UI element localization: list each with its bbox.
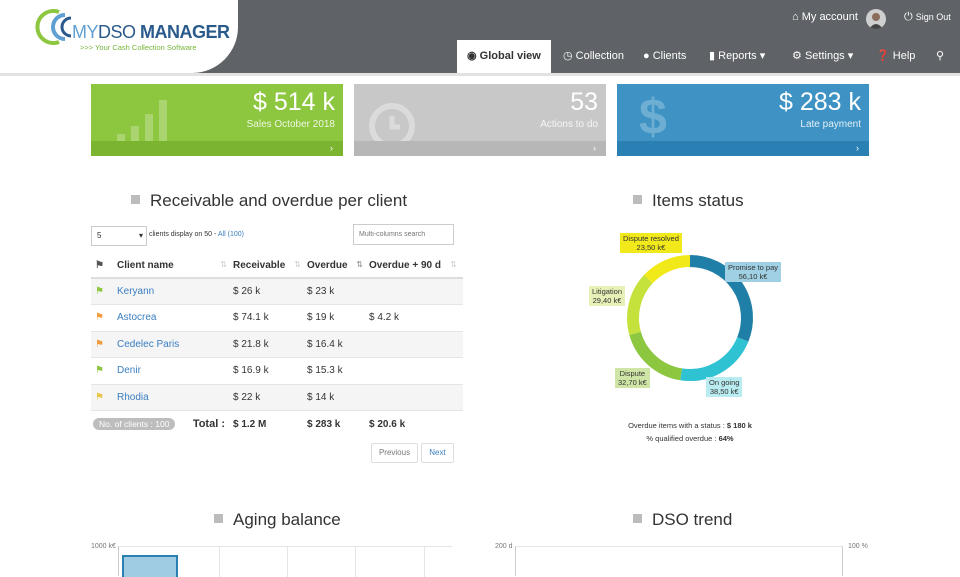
client-name-link[interactable]: Cedelec Paris: [117, 339, 179, 350]
nav-global-view[interactable]: ◉ Global view: [457, 40, 551, 73]
overdue-header[interactable]: Overdue ⇅: [307, 253, 369, 279]
tile-late-payment[interactable]: $ $ 283 k Late payment ›: [617, 84, 869, 156]
nav-collection[interactable]: ◷ Collection: [563, 40, 624, 73]
chevron-right-icon: ›: [330, 143, 333, 153]
nav-settings[interactable]: ⚙ Settings ▾: [792, 40, 853, 73]
receivable-cell: $ 16.9 k: [233, 357, 307, 385]
globe-icon: ●: [643, 50, 650, 62]
table-row[interactable]: ⚑ Cedelec Paris $ 21.8 k $ 16.4 k: [91, 331, 463, 358]
client-name-link[interactable]: Denir: [117, 365, 141, 376]
client-name-link[interactable]: Rhodia: [117, 392, 149, 403]
table-footer: No. of clients : 100 Total : $ 1.2 M $ 28…: [91, 411, 463, 438]
receivable-cell: $ 22 k: [233, 384, 307, 411]
aging-bar[interactable]: [122, 555, 178, 577]
search-input[interactable]: [353, 224, 454, 245]
chevron-right-icon: ›: [593, 143, 596, 153]
donut-slice-on-going[interactable]: [680, 336, 749, 381]
items-status-title: Items status: [633, 191, 744, 211]
overdue-cell: $ 19 k: [307, 304, 369, 332]
overdue-cell: $ 14 k: [307, 384, 369, 411]
logo-tagline: >>> Your Cash Collection Software: [80, 43, 197, 52]
table-header: ⚑ Client name ⇅ Receivable ⇅ Overdue ⇅ Over…: [91, 253, 463, 279]
donut-slice-litigation[interactable]: [627, 274, 653, 336]
eye-icon: ◉: [467, 50, 477, 62]
flag-icon: ⚑: [95, 259, 104, 271]
label-on-going: On going 38,50 k€: [706, 377, 743, 397]
page-size-select[interactable]: 5 ▾: [91, 226, 147, 246]
overdue90-cell: [369, 384, 463, 411]
label-dispute: Dispute 32,70 k€: [615, 368, 650, 388]
overdue90-cell: [369, 357, 463, 385]
avatar[interactable]: [866, 9, 886, 29]
label-promise-to-pay: Promise to pay 56,10 k€: [725, 262, 782, 282]
client-name-link[interactable]: Astocrea: [117, 312, 156, 323]
items-status-summary: Overdue items with a status : $ 180 k % …: [628, 421, 752, 443]
receivable-title: Receivable and overdue per client: [131, 191, 407, 211]
flag-column-header[interactable]: ⚑: [91, 253, 117, 279]
flag-icon: ⚑: [95, 338, 104, 350]
all-link[interactable]: All (100): [218, 231, 244, 238]
dollar-icon: $: [639, 89, 667, 145]
flag-icon: ⚑: [95, 312, 104, 324]
overdue-cell: $ 15.3 k: [307, 357, 369, 385]
caret-down-icon: ▾: [847, 50, 854, 62]
table-row[interactable]: ⚑ Rhodia $ 22 k $ 14 k: [91, 384, 463, 411]
receivable-cell: $ 21.8 k: [233, 331, 307, 358]
caret-down-icon: ▾: [759, 50, 766, 62]
logo-text: MYDSO MANAGER: [72, 22, 230, 42]
label-dispute-resolved: Dispute resolved 23,50 k€: [620, 233, 682, 253]
overdue90-cell: $ 4.2 k: [369, 304, 463, 332]
nav-clients[interactable]: ● Clients: [643, 40, 686, 73]
client-table: ⚑ Client name ⇅ Receivable ⇅ Overdue ⇅ Over…: [91, 253, 463, 437]
search-icon[interactable]: ⚲: [936, 40, 944, 73]
top-strip: [0, 73, 960, 76]
overdue90-header[interactable]: Overdue + 90 d ⇅: [369, 253, 463, 279]
table-row[interactable]: ⚑ Astocrea $ 74.1 k $ 19 k $ 4.2 k: [91, 304, 463, 332]
tile-actions[interactable]: 53 Actions to do ›: [354, 84, 606, 156]
previous-button[interactable]: Previous: [371, 443, 418, 463]
donut-slice-dispute-resolved[interactable]: [643, 255, 691, 284]
caret-down-icon: ▾: [138, 231, 143, 240]
gear-icon: ⚙: [792, 50, 802, 62]
receivable-header[interactable]: Receivable ⇅: [233, 253, 307, 279]
label-litigation: Litigation 29,40 k€: [589, 286, 626, 306]
overdue-cell: $ 23 k: [307, 278, 369, 305]
display-info: clients display on 50 - All (100): [149, 231, 244, 238]
logo-area[interactable]: MYDSO MANAGER >>> Your Cash Collection S…: [0, 0, 238, 73]
tile-sales[interactable]: $ 514 k Sales October 2018 ›: [91, 84, 343, 156]
flag-icon: ⚑: [95, 391, 104, 403]
help-icon: ❓: [876, 50, 890, 62]
overdue90-cell: [369, 331, 463, 358]
dso-title: DSO trend: [633, 510, 732, 530]
account-link[interactable]: ⌂ My account: [792, 11, 858, 23]
bar-chart-icon: [117, 100, 167, 146]
power-icon: ⏻: [904, 11, 913, 23]
aging-title: Aging balance: [214, 510, 341, 530]
signout-link[interactable]: ⏻ Sign Out: [904, 11, 951, 24]
client-name-header[interactable]: Client name ⇅: [117, 253, 233, 279]
dso-ymax-right-label: 100 %: [848, 543, 868, 550]
aging-ymax-label: 1000 k€: [91, 543, 116, 550]
table-row[interactable]: ⚑ Denir $ 16.9 k $ 15.3 k: [91, 357, 463, 385]
chevron-right-icon: ›: [856, 143, 859, 153]
nav-help[interactable]: ❓ Help: [876, 40, 915, 73]
next-button[interactable]: Next: [421, 443, 454, 463]
home-icon: ⌂: [792, 11, 799, 23]
flag-icon: ⚑: [95, 286, 104, 297]
bar-chart-icon: ▮: [709, 50, 716, 62]
overdue90-cell: [369, 278, 463, 305]
flag-icon: ⚑: [95, 365, 104, 377]
receivable-cell: $ 26 k: [233, 278, 307, 305]
dso-chart: [515, 546, 843, 576]
client-name-link[interactable]: Keryann: [117, 286, 154, 297]
receivable-cell: $ 74.1 k: [233, 304, 307, 332]
client-count-badge: No. of clients : 100: [93, 418, 176, 430]
table-row[interactable]: ⚑ Keryann $ 26 k $ 23 k: [91, 278, 463, 305]
overdue-cell: $ 16.4 k: [307, 331, 369, 358]
aging-chart: [118, 546, 452, 577]
nav-reports[interactable]: ▮ Reports ▾: [709, 40, 765, 73]
dso-ymax-label: 200 d: [495, 543, 513, 550]
clock-icon: ◷: [563, 50, 573, 62]
